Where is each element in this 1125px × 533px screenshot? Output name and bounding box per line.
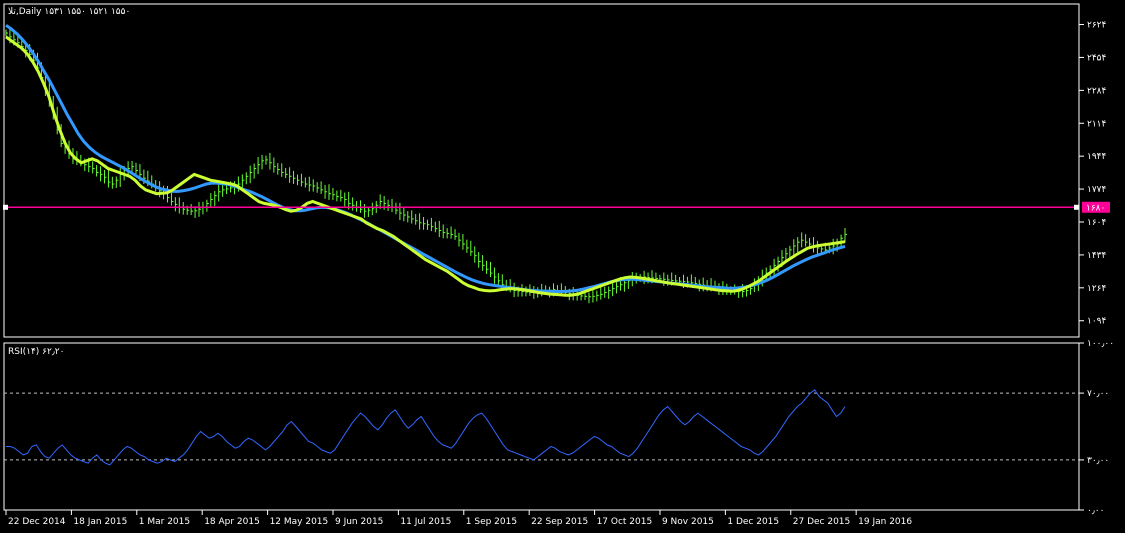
date-tick-label: 22 Dec 2014 <box>8 517 66 527</box>
rsi-tick-label: ۷۰٫۰۰ <box>1087 389 1109 399</box>
price-tick-label: ۱۰۹۴ <box>1087 317 1107 327</box>
date-tick-label: 18 Apr 2015 <box>204 517 260 527</box>
date-tick-label: 17 Oct 2015 <box>597 517 653 527</box>
rsi-tick-label: ۱۰۰٫۰۰ <box>1087 339 1114 349</box>
date-tick-label: 11 Jul 2015 <box>400 517 451 527</box>
date-tick-label: 9 Nov 2015 <box>662 517 714 527</box>
price-level-tag-label: ۱۶۸۰ <box>1086 203 1105 213</box>
price-tick-label: ۱۷۷۴ <box>1087 185 1107 195</box>
rsi-panel-title: RSI(۱۴) ۶۲٫۲۰ <box>8 347 64 357</box>
date-tick-label: 1 Dec 2015 <box>727 517 779 527</box>
price-tick-label: ۱۲۶۴ <box>1087 284 1107 294</box>
date-tick-label: 9 Jun 2015 <box>335 517 383 527</box>
level-handle-right[interactable] <box>1074 204 1079 210</box>
date-tick-label: 12 May 2015 <box>270 517 329 527</box>
chart-canvas: ۲۶۲۴ ۲۴۵۴ ۲۲۸۴ ۲۱۱۴ ۱۹۴۴ ۱۷۷۴ ۱۶۰۴ ۱۴۳۴ ۱۲۶۴ ۱۰۹۴… <box>0 0 1125 533</box>
price-tick-label: ۲۱۱۴ <box>1087 119 1107 129</box>
date-tick-label: 1 Mar 2015 <box>139 517 190 527</box>
price-tick-label: ۲۶۲۴ <box>1087 21 1107 31</box>
date-tick-label: 22 Sep 2015 <box>531 517 588 527</box>
date-tick-label: 1 Sep 2015 <box>466 517 517 527</box>
date-tick-label: 18 Jan 2015 <box>73 517 127 527</box>
date-tick-label: 19 Jan 2016 <box>858 517 912 527</box>
rsi-tick-label: ۳۰٫۰۰ <box>1087 456 1109 466</box>
price-tick-label: ۱۴۳۴ <box>1087 251 1107 261</box>
date-tick-label: 27 Dec 2015 <box>793 517 851 527</box>
price-tick-label: ۱۶۰۴ <box>1087 218 1107 228</box>
price-tick-label: ۱۹۴۴ <box>1087 152 1107 162</box>
rsi-tick-label: ۰٫۰۰ <box>1087 506 1104 516</box>
price-tick-label: ۲۴۵۴ <box>1087 53 1107 63</box>
main-chart-title: تلا,Daily ۱۵۳۱ ۱۵۵۰ ۱۵۲۱ ۱۵۵۰ <box>8 7 130 17</box>
price-tick-label: ۲۲۸۴ <box>1087 86 1107 96</box>
level-handle-left[interactable] <box>3 204 8 210</box>
